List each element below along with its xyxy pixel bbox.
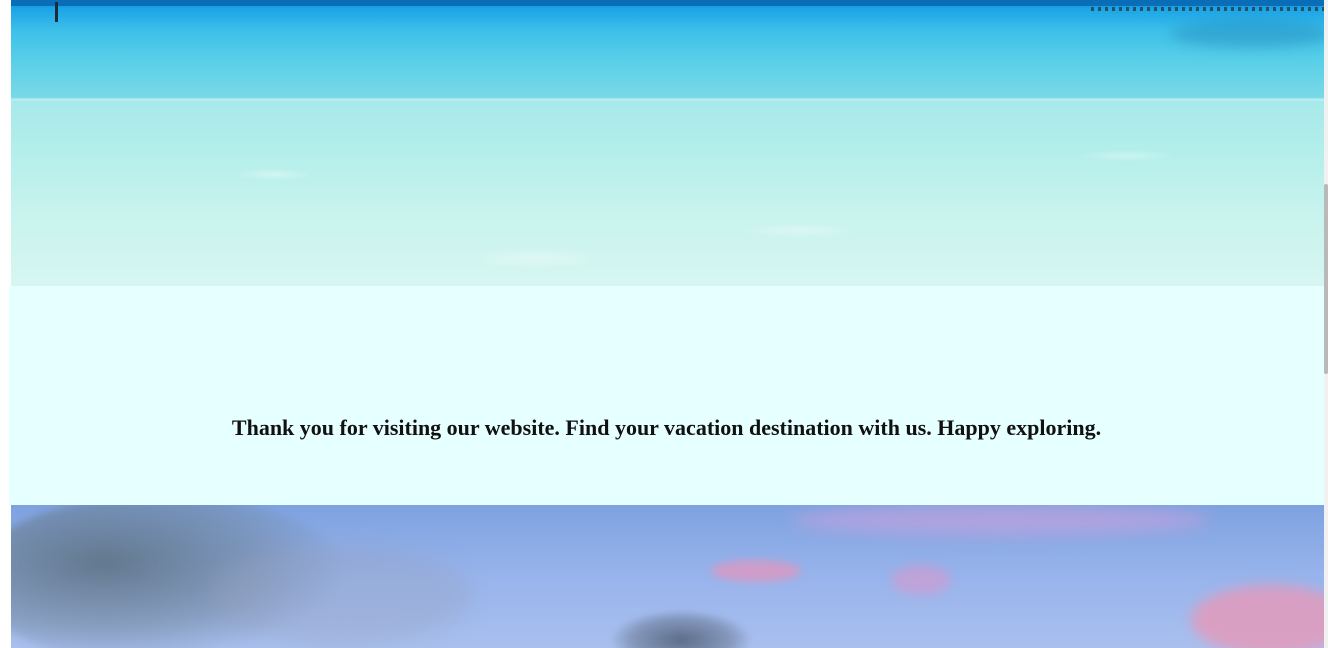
- beach-image: [11, 0, 1324, 286]
- page: Thank you for visiting our website. Find…: [0, 0, 1328, 648]
- pink-cloud-right: [1191, 585, 1324, 648]
- small-grey-cloud: [611, 610, 751, 648]
- horizon-line: [11, 0, 1324, 6]
- sky-haze: [211, 545, 471, 645]
- deep-water-patch: [1171, 20, 1324, 48]
- pink-cloud-band: [791, 505, 1211, 535]
- scrollbar-thumb[interactable]: [1324, 184, 1328, 374]
- water-pole: [55, 2, 58, 22]
- thank-you-message: Thank you for visiting our website. Find…: [231, 415, 1102, 440]
- thank-you-section: Thank you for visiting our website. Find…: [9, 286, 1324, 505]
- sunset-sky-image: [11, 505, 1324, 648]
- water-ripples: [11, 100, 1324, 286]
- distant-pier: [1091, 7, 1324, 11]
- pink-cloud-small: [891, 565, 951, 595]
- pink-cloud: [711, 560, 801, 582]
